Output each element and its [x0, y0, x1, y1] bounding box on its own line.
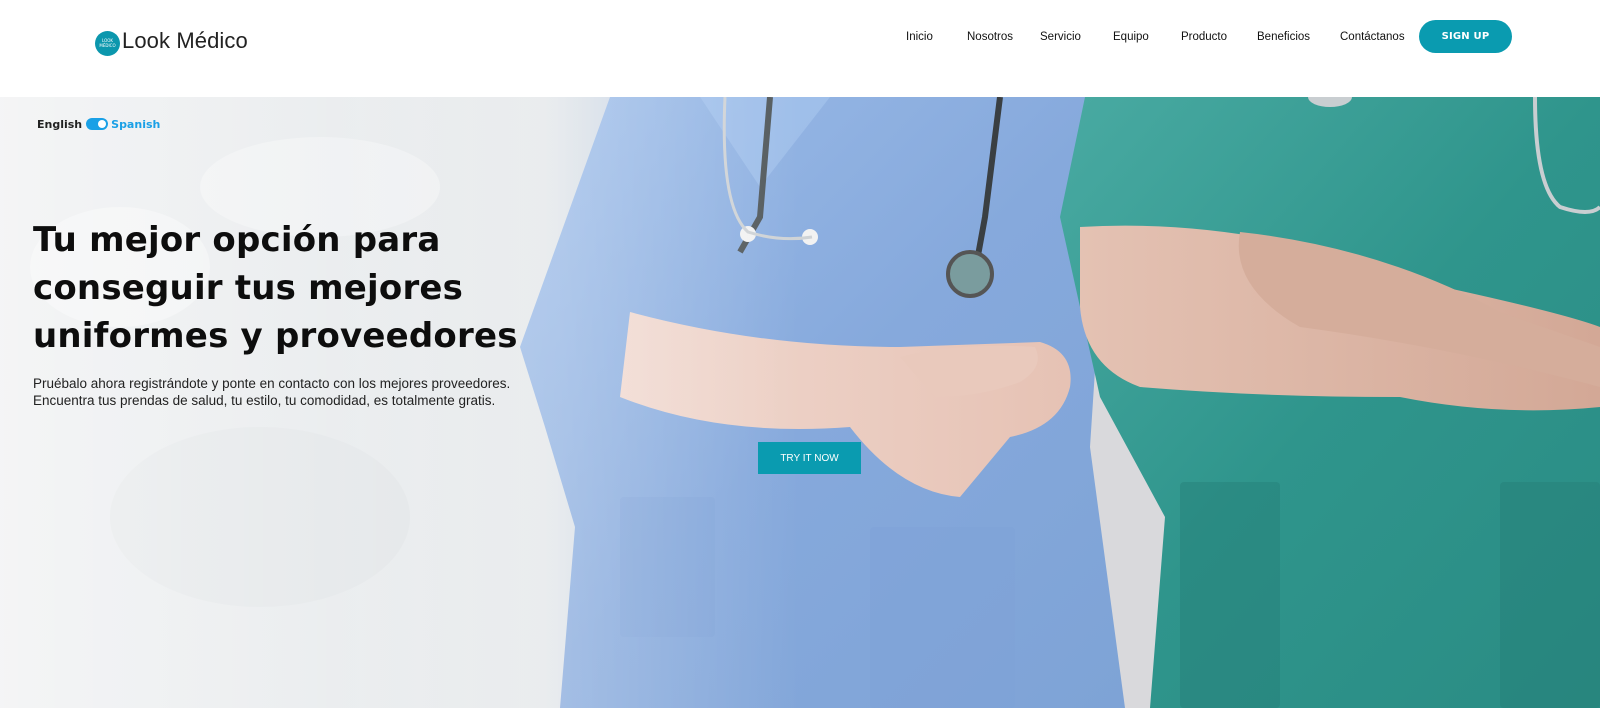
hero-subtitle: Pruébalo ahora registrándote y ponte en …	[33, 375, 593, 409]
nav-item-equipo[interactable]: Equipo	[1113, 31, 1149, 43]
hero-title: Tu mejor opción para conseguir tus mejor…	[33, 220, 518, 356]
hero-subtitle-line-2: Encuentra tus prendas de salud, tu estil…	[33, 393, 496, 408]
nav-item-servicio[interactable]: Servicio	[1040, 31, 1081, 43]
language-english-label[interactable]: English	[37, 118, 82, 131]
nav-item-beneficios[interactable]: Beneficios	[1257, 31, 1310, 43]
sign-up-button[interactable]: SIGN UP	[1419, 20, 1512, 53]
nav-item-contactanos[interactable]: Contáctanos	[1340, 31, 1405, 43]
hero-section: English Spanish Tu mejor opción para con…	[0, 97, 1600, 708]
brand-name: Look Médico	[122, 28, 248, 53]
nav-item-inicio[interactable]: Inicio	[906, 31, 933, 43]
nav-item-nosotros[interactable]: Nosotros	[967, 31, 1013, 43]
look-medico-logo-icon: LOOK MÉDICO	[95, 30, 120, 56]
site-header: LOOK MÉDICO Look Médico Inicio Nosotros …	[0, 0, 1600, 97]
language-spanish-label[interactable]: Spanish	[111, 118, 160, 131]
language-toggle-switch[interactable]	[86, 118, 109, 130]
brand-link[interactable]: LOOK MÉDICO Look Médico	[95, 26, 248, 56]
language-toggle[interactable]: English Spanish	[37, 117, 160, 131]
toggle-knob	[98, 120, 107, 128]
nav-item-producto[interactable]: Producto	[1181, 31, 1227, 43]
hero-subtitle-line-1: Pruébalo ahora registrándote y ponte en …	[33, 376, 511, 391]
logo-text-bottom: MÉDICO	[99, 43, 116, 48]
try-it-now-button[interactable]: TRY IT NOW	[758, 442, 861, 474]
